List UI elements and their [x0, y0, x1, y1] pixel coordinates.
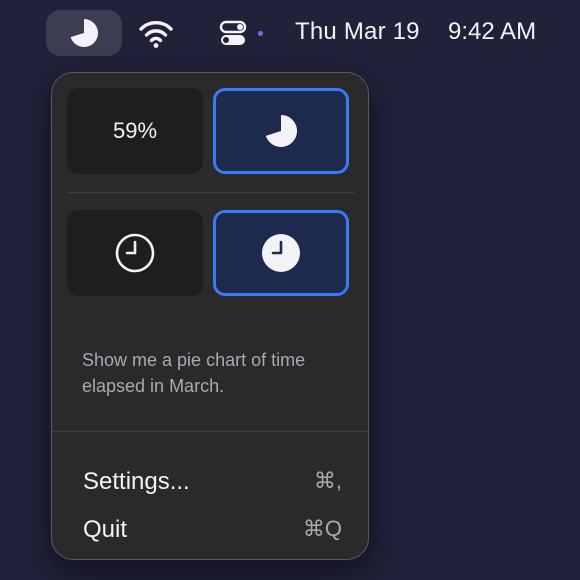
settings-menu-item[interactable]: Settings... ⌘,: [66, 461, 356, 501]
menubar-date[interactable]: Thu Mar 19: [295, 18, 420, 46]
settings-shortcut: ⌘,: [313, 468, 342, 493]
percent-label: 59%: [112, 118, 158, 143]
option-percent-tile[interactable]: 59%: [67, 88, 203, 174]
option-pie-tile[interactable]: [213, 88, 349, 174]
settings-label: Settings...: [83, 468, 190, 495]
menubar-time[interactable]: 9:42 AM: [448, 18, 536, 46]
menu-divider: [52, 431, 368, 432]
pie-chart-icon: [70, 19, 98, 47]
quit-shortcut: ⌘Q: [302, 516, 342, 541]
prompt-text: Show me a pie chart of time elapsed in M…: [82, 350, 306, 396]
option-clock-outline-tile[interactable]: [67, 210, 203, 296]
clock-outline-icon: [115, 233, 155, 273]
pie-chart-icon: [265, 114, 298, 147]
dropdown-panel: 59% Show me a pie chart of time elapsed …: [51, 72, 369, 560]
activity-dot: [258, 31, 263, 36]
option-clock-filled-tile[interactable]: [213, 210, 349, 296]
pie-chart-menubar-button[interactable]: [46, 10, 122, 56]
section-divider: [67, 192, 355, 193]
menu-bar: Thu Mar 19 9:42 AM: [0, 0, 580, 64]
control-center-icon[interactable]: [219, 20, 249, 48]
wifi-icon[interactable]: [138, 18, 174, 50]
quit-menu-item[interactable]: Quit ⌘Q: [66, 509, 356, 549]
clock-filled-icon: [262, 234, 300, 272]
quit-label: Quit: [83, 516, 128, 543]
